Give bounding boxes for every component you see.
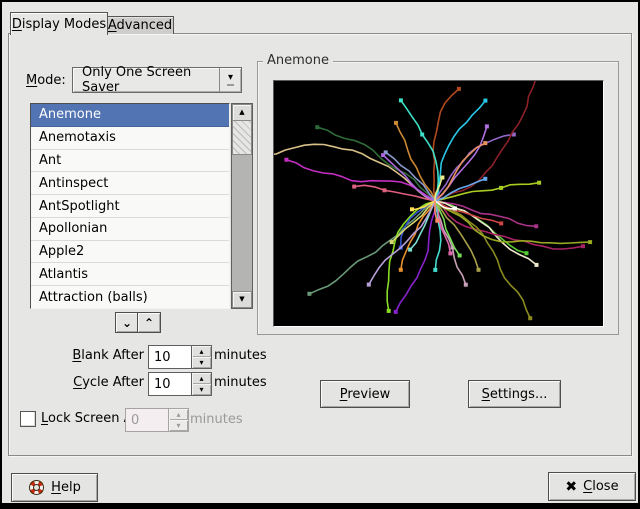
mode-dropdown[interactable]: Only One Screen Saver ▾ — [72, 67, 242, 93]
cycle-after-unit: minutes — [214, 375, 267, 390]
lock-screen-value: 0 — [126, 409, 168, 431]
list-item[interactable]: Anemone — [31, 104, 229, 127]
close-button[interactable]: ✖ Close — [548, 472, 636, 501]
spin-down-icon: ▾ — [169, 420, 188, 431]
list-item[interactable]: Anemotaxis — [31, 127, 229, 150]
mode-dropdown-value: Only One Screen Saver — [73, 68, 219, 92]
lock-screen-spinner: 0 ▴ ▾ — [125, 408, 189, 432]
scroll-up-icon[interactable]: ▲ — [232, 104, 252, 121]
list-item[interactable]: Apollonian — [31, 218, 229, 241]
list-item[interactable]: Ant — [31, 150, 229, 173]
list-item[interactable]: Attraction (balls) — [31, 286, 229, 308]
chevron-up-icon: ⌃ — [144, 318, 154, 328]
help-button[interactable]: Help — [11, 473, 98, 502]
tab-label: D — [12, 17, 22, 32]
blank-after-spinner[interactable]: 10 ▴ ▾ — [148, 345, 212, 369]
tab-display-modes[interactable]: Display Modes — [10, 12, 108, 35]
spin-down-icon[interactable]: ▾ — [192, 384, 211, 395]
lifebuoy-icon — [28, 479, 45, 496]
cycle-after-value[interactable]: 10 — [149, 373, 191, 395]
screensaver-list[interactable]: Anemone Anemotaxis Ant Antinspect AntSpo… — [30, 103, 230, 309]
list-prev-button[interactable]: ⌃ — [137, 312, 161, 333]
tab-advanced[interactable]: Advanced — [106, 16, 174, 34]
spin-down-icon[interactable]: ▾ — [192, 357, 211, 368]
list-item[interactable]: Atlantis — [31, 263, 229, 286]
list-scrollbar[interactable]: ▲ ▼ — [231, 103, 253, 309]
anemone-preview-art — [274, 81, 603, 326]
cycle-after-label: Cycle After — [40, 375, 144, 390]
settings-button[interactable]: Settings... — [468, 380, 561, 408]
spin-up-icon: ▴ — [169, 409, 188, 420]
screensaver-preview — [273, 80, 604, 327]
list-next-button[interactable]: ⌄ — [115, 312, 139, 333]
xscreensaver-preferences-window: Display Modes Advanced Mode: Only One Sc… — [0, 0, 640, 509]
chevron-down-icon: ▾ — [219, 68, 241, 92]
spin-up-icon[interactable]: ▴ — [192, 373, 211, 384]
list-item[interactable]: Antinspect — [31, 172, 229, 195]
preview-group-title: Anemone — [263, 53, 333, 68]
list-item[interactable]: AntSpotlight — [31, 195, 229, 218]
lock-screen-checkbox[interactable] — [20, 411, 36, 427]
lock-screen-unit: minutes — [190, 412, 243, 427]
blank-after-unit: minutes — [214, 348, 267, 363]
blank-after-value[interactable]: 10 — [149, 346, 191, 368]
cycle-after-spinner[interactable]: 10 ▴ ▾ — [148, 372, 212, 396]
tab-label-rest: isplay Modes — [22, 17, 106, 32]
tab-label: A — [108, 18, 117, 33]
chevron-down-icon: ⌄ — [122, 318, 132, 328]
preview-button[interactable]: Preview — [320, 380, 410, 408]
scrollbar-thumb[interactable] — [232, 120, 252, 155]
blank-after-label: Blank After — [40, 348, 144, 363]
close-x-icon: ✖ — [565, 479, 577, 495]
window-content: Display Modes Advanced Mode: Only One Sc… — [2, 2, 638, 503]
tab-label-rest: dvanced — [117, 18, 173, 33]
spin-up-icon[interactable]: ▴ — [192, 346, 211, 357]
mode-label: Mode: — [26, 73, 66, 88]
list-item[interactable]: Apple2 — [31, 241, 229, 264]
scroll-down-icon[interactable]: ▼ — [232, 291, 252, 308]
